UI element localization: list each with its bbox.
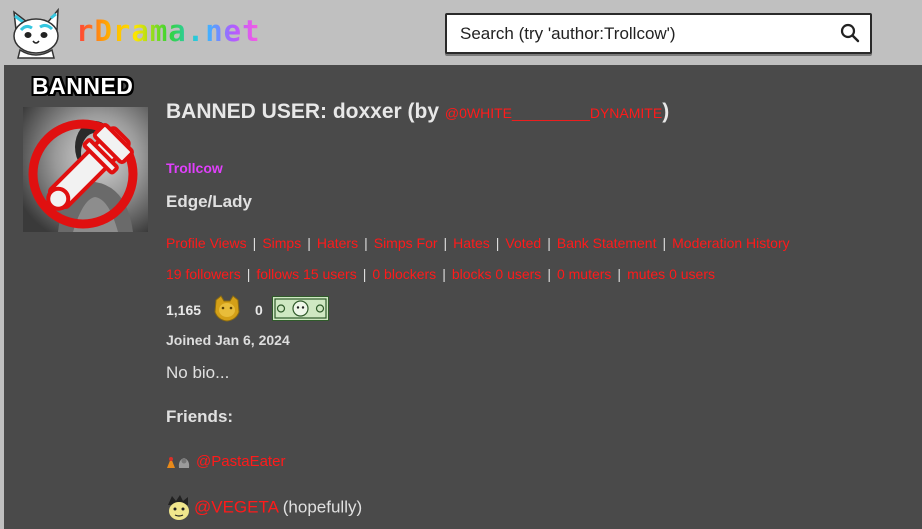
separator: |: [364, 235, 368, 251]
follow-links: 19 followers | follows 15 users | 0 blockers…: [166, 266, 715, 282]
badge-name[interactable]: Trollcow: [166, 160, 223, 176]
separator: |: [547, 266, 551, 282]
marseybux-bill-icon: [272, 296, 329, 321]
title-suffix: ): [662, 100, 670, 123]
link-hates[interactable]: Hates: [453, 235, 490, 251]
joined-date: Joined Jan 6, 2024: [166, 332, 290, 348]
link-followers[interactable]: 19 followers: [166, 266, 241, 282]
link-simps-for[interactable]: Simps For: [374, 235, 438, 251]
link-muters[interactable]: 0 muters: [557, 266, 611, 282]
link-profile-views[interactable]: Profile Views: [166, 235, 247, 251]
separator: |: [442, 266, 446, 282]
profile-panel: BANNED BANNED USER: doxxer (by @0WHITE__…: [4, 65, 922, 529]
link-moderation-history[interactable]: Moderation History: [672, 235, 790, 251]
friend-link[interactable]: @PastaEater: [196, 453, 285, 470]
link-bank-statement[interactable]: Bank Statement: [557, 235, 657, 251]
cat-logo-icon[interactable]: [8, 8, 62, 60]
separator: |: [443, 235, 448, 251]
custom-title: Edge/Lady: [166, 192, 252, 211]
friend-item: @VEGETA (hopefully): [166, 495, 362, 521]
link-follows[interactable]: follows 15 users: [256, 266, 356, 282]
friend-note: (hopefully): [282, 497, 363, 517]
friend-avatar-icon: [168, 495, 189, 520]
link-simps[interactable]: Simps: [262, 235, 301, 251]
profile-info: BANNED USER: doxxer (by @0WHITE_________…: [166, 65, 916, 529]
separator: |: [495, 235, 500, 251]
separator: |: [362, 266, 367, 282]
link-blockers[interactable]: 0 blockers: [372, 266, 436, 282]
banned-overlay-icon: [28, 119, 138, 232]
banned-label: BANNED: [32, 73, 134, 99]
marseybux-count: 0: [255, 302, 263, 318]
coins-count: 1,165: [166, 302, 202, 318]
separator: |: [307, 235, 311, 251]
separator: |: [662, 235, 667, 251]
friend-link[interactable]: @VEGETA: [194, 497, 278, 516]
avatar[interactable]: [23, 107, 148, 232]
profile-links: Profile Views | Simps | Haters | Simps For | Hat…: [166, 235, 790, 251]
link-haters[interactable]: Haters: [317, 235, 358, 251]
separator: |: [252, 235, 257, 251]
bio: No bio...: [166, 363, 230, 382]
navbar: rDrama.net: [0, 0, 922, 65]
title-prefix: BANNED USER: doxxer (by: [166, 100, 445, 123]
link-mutes[interactable]: mutes 0 users: [627, 266, 715, 282]
page-title: BANNED USER: doxxer (by @0WHITE_________…: [166, 100, 669, 124]
search-input[interactable]: [447, 15, 827, 52]
friend-avatar-icon: [167, 457, 190, 469]
link-voted[interactable]: Voted: [505, 235, 541, 251]
search-icon[interactable]: [840, 23, 860, 43]
banned-by-link[interactable]: @0WHITE__________DYNAMITE: [445, 105, 662, 121]
friends-heading: Friends:: [166, 407, 234, 426]
search-box: [445, 13, 872, 54]
separator: |: [246, 266, 251, 282]
friend-item: @PastaEater: [166, 453, 285, 470]
separator: |: [547, 235, 551, 251]
separator: |: [617, 266, 622, 282]
site-name[interactable]: rDrama.net: [76, 14, 261, 48]
coin-icon: [214, 295, 240, 322]
link-blocks[interactable]: blocks 0 users: [452, 266, 541, 282]
